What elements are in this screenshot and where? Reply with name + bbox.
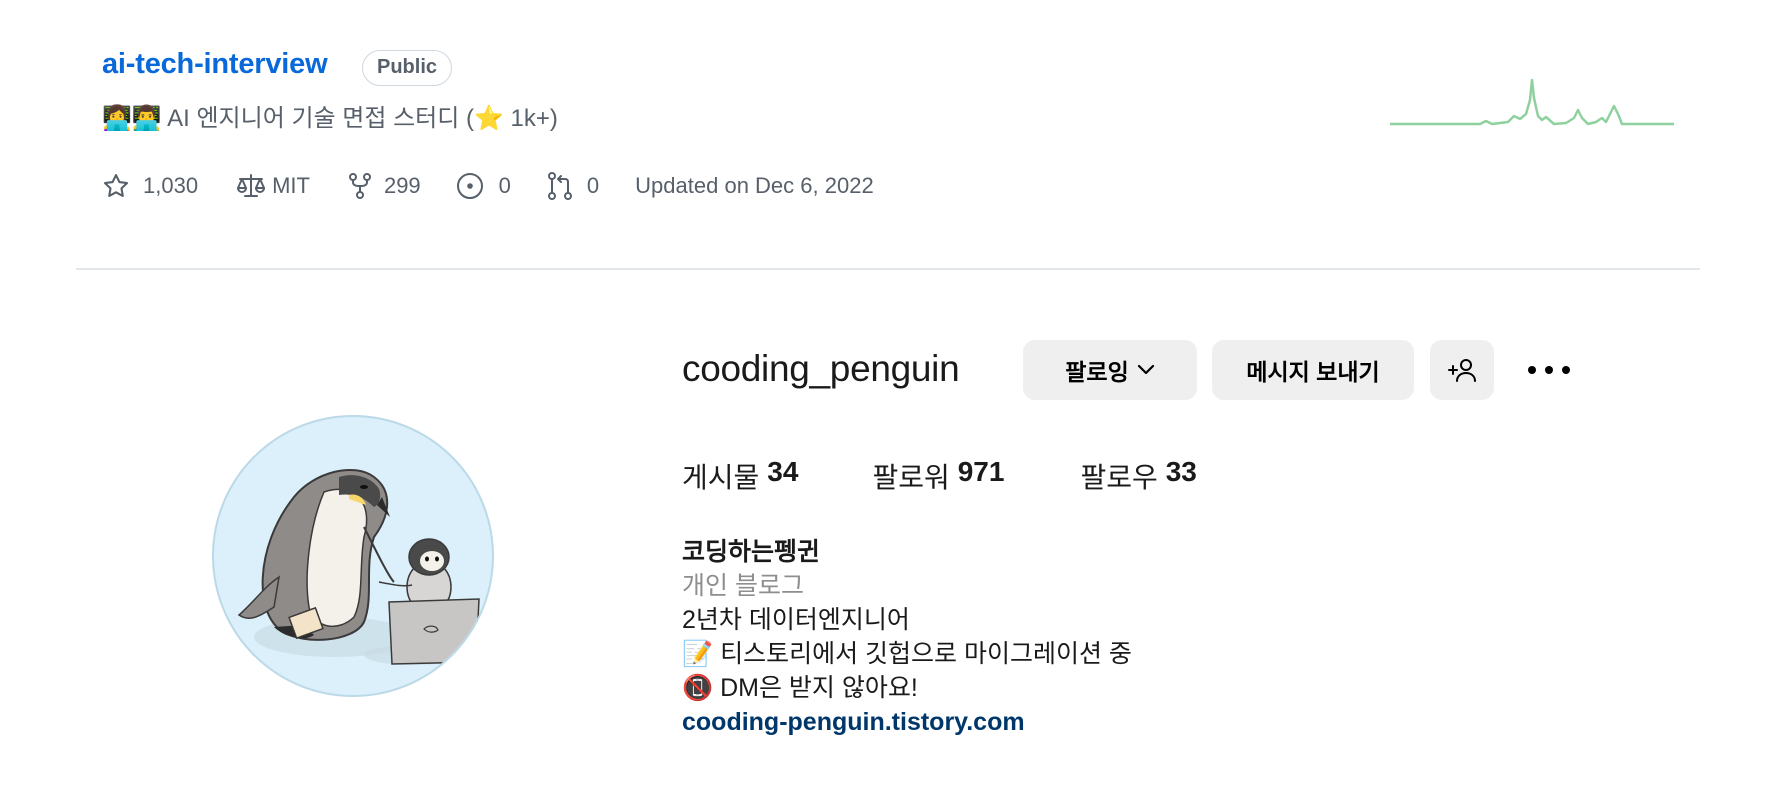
pull-requests-count[interactable]: 0 — [547, 166, 599, 206]
followers-stat[interactable]: 팔로워 971 — [872, 456, 1004, 496]
repo-name-link[interactable]: ai-tech-interview — [102, 48, 328, 81]
more-options-button[interactable] — [1524, 354, 1574, 386]
pull-requests-value: 0 — [586, 173, 600, 198]
repo-card: ai-tech-interview Public 👩‍💻👨‍💻 AI 엔지니어 … — [0, 0, 1776, 270]
person-add-icon — [1448, 359, 1476, 382]
following-label: 팔로우 — [1080, 462, 1158, 493]
following-button[interactable]: 팔로잉 — [1023, 340, 1197, 400]
stars-count[interactable]: 1,030 — [102, 166, 198, 206]
bio-line: 2년차 데이터엔지니어 — [682, 606, 910, 634]
followers-label: 팔로워 — [872, 462, 950, 493]
more-horizontal-icon — [1528, 366, 1570, 374]
forks-count[interactable]: 299 — [348, 166, 421, 206]
issues-count[interactable]: 0 — [455, 166, 511, 206]
avatar[interactable] — [212, 415, 494, 697]
bio-category: 개인 블로그 — [682, 572, 804, 600]
bio-website-link[interactable]: cooding-penguin.tistory.com — [682, 708, 1025, 736]
license-value: MIT — [272, 173, 310, 198]
following-stat[interactable]: 팔로우 33 — [1080, 456, 1196, 496]
issue-icon — [456, 173, 483, 199]
section-divider — [76, 268, 1700, 270]
law-scale-icon — [237, 174, 266, 197]
stars-value: 1,030 — [143, 173, 199, 198]
bio-display-name: 코딩하는펭귄 — [682, 538, 821, 566]
visibility-badge: Public — [362, 50, 453, 86]
fork-icon — [348, 173, 371, 199]
star-icon — [103, 173, 129, 197]
license: MIT — [236, 166, 310, 206]
pull-request-icon — [547, 172, 572, 200]
profile-bio: 코딩하는펭귄 개인 블로그 2년차 데이터엔지니어 📝 티스토리에서 깃헙으로 … — [682, 535, 1132, 739]
repo-description: 👩‍💻👨‍💻 AI 엔지니어 기술 면접 스터디 (⭐️ 1k+) — [102, 105, 558, 132]
followers-count: 971 — [957, 456, 1005, 487]
chevron-down-icon — [1137, 364, 1154, 375]
profile-username: cooding_penguin — [682, 348, 960, 389]
bio-line: 📝 티스토리에서 깃헙으로 마이그레이션 중 — [682, 640, 1132, 668]
following-button-label: 팔로잉 — [1065, 359, 1129, 385]
posts-stat: 게시물 34 — [682, 456, 798, 496]
posts-label: 게시물 — [682, 462, 760, 493]
updated-date: Updated on Dec 6, 2022 — [635, 173, 874, 198]
repo-meta: 1,030 MIT 299 0 0 Updated on Dec 6, 2022 — [102, 166, 874, 206]
penguin-illustration — [237, 468, 480, 665]
suggested-accounts-button[interactable] — [1430, 340, 1494, 400]
bio-line: 📵 DM은 받지 않아요! — [682, 674, 918, 702]
send-message-button[interactable]: 메시지 보내기 — [1212, 340, 1414, 400]
forks-value: 299 — [383, 173, 421, 198]
activity-sparkline — [1390, 78, 1674, 126]
profile-stats: 게시물 34 팔로워 971 팔로우 33 — [682, 456, 1197, 496]
following-count: 33 — [1165, 456, 1197, 487]
posts-count: 34 — [767, 456, 799, 487]
issues-value: 0 — [498, 173, 511, 198]
